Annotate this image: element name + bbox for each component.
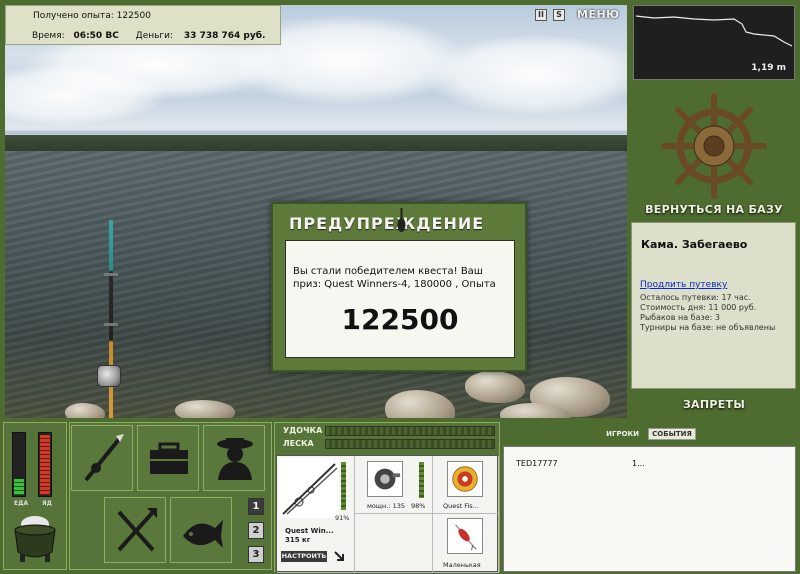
- fish-icon: [183, 520, 223, 548]
- line-name: Quest Fis...: [443, 502, 479, 510]
- slot-2-button[interactable]: 2: [248, 522, 264, 539]
- tackle-button[interactable]: [71, 425, 133, 491]
- base-info-panel: Кама. Забегаево Продлить путевку Осталос…: [631, 222, 796, 389]
- food-label: ЕДА: [14, 500, 29, 507]
- reel-percent: 98%: [411, 502, 426, 510]
- dialog-message: Вы стали победителем квеста! Ваш приз: Q…: [293, 266, 496, 290]
- xp-label: Получено опыта:: [33, 11, 114, 21]
- slot-3-button[interactable]: 3: [248, 546, 264, 563]
- chat-body[interactable]: TED17777 1...: [503, 446, 796, 572]
- ship-wheel-icon[interactable]: [660, 92, 768, 200]
- top-controls: II S МЕНЮ: [535, 8, 620, 21]
- lure-name: Маленькая: [443, 561, 481, 569]
- location-name: Кама. Забегаево: [641, 238, 748, 251]
- xp-value: 122500: [116, 11, 151, 21]
- empty-slot[interactable]: [355, 514, 433, 573]
- line-spool-icon: [447, 461, 483, 497]
- chat-panel: ИГРОКИ СОБЫТИЯ TED17777 1...: [503, 424, 796, 572]
- rod-wear-bar: [341, 462, 346, 510]
- food-button[interactable]: [104, 497, 166, 563]
- dialog-title: ПРЕДУПРЕЖДЕНИЕ: [289, 214, 485, 233]
- line-strength-bar: [325, 439, 495, 449]
- tacklebox-icon: [150, 442, 188, 474]
- bans-button[interactable]: ЗАПРЕТЫ: [633, 398, 795, 411]
- rod-percent: 91%: [335, 514, 350, 522]
- rod-ring: [104, 273, 118, 276]
- fisherman-icon: [217, 438, 253, 480]
- rod-name: Quest Win...: [285, 527, 334, 535]
- poison-gauge-fill: [40, 435, 50, 495]
- setup-button[interactable]: НАСТРОИТЬ: [281, 551, 327, 562]
- slot-1-button[interactable]: 1: [248, 498, 264, 515]
- fisherman-button[interactable]: [203, 425, 265, 491]
- fishers-on-base: Рыбаков на базе: 3: [640, 313, 720, 322]
- rod-slot[interactable]: 91% Quest Win... 315 кг НАСТРОИТЬ: [277, 456, 355, 573]
- rock: [465, 371, 525, 403]
- fishing-rod: [109, 220, 113, 418]
- time-label: Время:: [32, 31, 65, 41]
- knife-fork-icon: [117, 508, 157, 552]
- pause-button[interactable]: II: [535, 8, 547, 21]
- food-gauge-fill: [14, 479, 24, 495]
- rod-image-icon: [279, 458, 339, 518]
- depth-chart: 1,19 m: [633, 5, 795, 80]
- reel-wear-bar: [419, 462, 424, 498]
- line-strength-label: ЛЕСКА: [283, 439, 314, 448]
- depth-value: 1,19 m: [751, 63, 786, 73]
- lure-image-icon: [447, 518, 483, 554]
- tacklebox-button[interactable]: [137, 425, 199, 491]
- rod-ring: [104, 323, 118, 326]
- rod-strength-bar: [325, 426, 495, 436]
- tournaments-info: Турниры на базе: не объявлены: [640, 323, 776, 332]
- lure-slot[interactable]: Маленькая: [433, 514, 499, 573]
- chat-player-name[interactable]: TED17777: [516, 459, 558, 468]
- reel: [97, 365, 121, 387]
- rod-weight: 315 кг: [285, 536, 311, 544]
- reel-power: мощн.: 135: [367, 502, 405, 510]
- rod-icon: [84, 434, 124, 482]
- food-gauge: [12, 432, 26, 497]
- dialog-body: Вы стали победителем квеста! Ваш приз: Q…: [285, 240, 515, 358]
- fish-button[interactable]: [170, 497, 232, 563]
- menu-button[interactable]: МЕНЮ: [577, 8, 620, 21]
- day-cost: Стоимость дня: 11 000 руб.: [640, 303, 757, 312]
- chat-message: 1...: [632, 459, 645, 468]
- time-value: 06:50 ВС: [73, 31, 119, 41]
- money-value: 33 738 764 руб.: [183, 31, 266, 41]
- warning-dialog[interactable]: ПРЕДУПРЕЖДЕНИЕ Вы стали победителем квес…: [271, 202, 527, 372]
- dialog-value: 122500: [341, 303, 459, 336]
- reel-image-icon: [367, 461, 403, 497]
- tackle-slots: 91% Quest Win... 315 кг НАСТРОИТЬ мощн.:…: [276, 455, 499, 573]
- sound-button[interactable]: S: [553, 8, 565, 21]
- extend-permit-link[interactable]: Продлить путевку: [640, 280, 727, 290]
- player-info: Получено опыта: 122500 Время: 06:50 ВС Д…: [5, 5, 281, 45]
- money-label: Деньги:: [135, 31, 174, 41]
- cloud: [425, 35, 627, 115]
- poison-label: ЯД: [42, 500, 52, 507]
- tab-players[interactable]: ИГРОКИ: [603, 429, 642, 439]
- return-to-base-button[interactable]: ВЕРНУТЬСЯ НА БАЗУ: [633, 203, 795, 216]
- far-shore: [5, 135, 627, 151]
- bobber-icon: [397, 208, 406, 232]
- tab-events[interactable]: СОБЫТИЯ: [648, 428, 696, 440]
- rod-strength-label: УДОЧКА: [283, 426, 323, 435]
- setup-arrow-icon: [334, 551, 344, 561]
- permit-remaining: Осталось путевки: 17 час.: [640, 293, 751, 302]
- line-slot[interactable]: Quest Fis...: [433, 456, 499, 514]
- poison-gauge: [38, 432, 52, 497]
- cauldron-icon[interactable]: [10, 512, 60, 564]
- reel-slot[interactable]: мощн.: 135 98%: [355, 456, 433, 514]
- chat-tabs: ИГРОКИ СОБЫТИЯ: [503, 424, 796, 444]
